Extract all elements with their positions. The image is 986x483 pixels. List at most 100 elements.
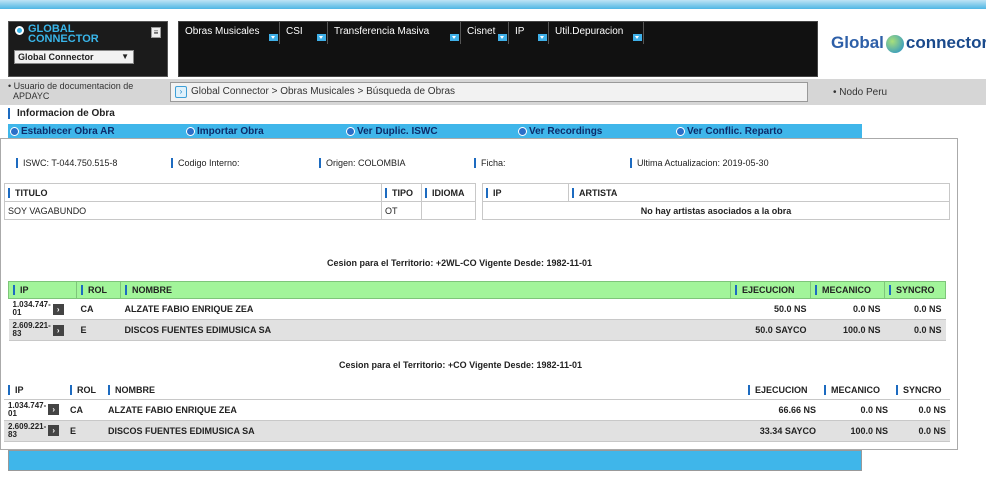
work-title: SOY VAGABUNDO bbox=[3, 201, 383, 220]
rol-cell: CA bbox=[76, 298, 121, 320]
tab-label: Ver Conflic. Reparto bbox=[687, 125, 783, 137]
artist-table: IP ARTISTA No hay artistas asociados a l… bbox=[482, 183, 950, 220]
table-row: 2.609.221- 83 › E DISCOS FUENTES EDIMUSICA… bbox=[4, 420, 950, 442]
syncro-cell: 0.0 NS bbox=[884, 298, 946, 320]
circle-icon bbox=[10, 126, 19, 136]
col-header: TIPO bbox=[381, 183, 423, 202]
dropdown-arrow-icon bbox=[317, 34, 326, 41]
nombre-cell: DISCOS FUENTES EDIMUSICA SA bbox=[104, 420, 744, 442]
menu-label: Transferencia Masiva bbox=[334, 26, 430, 37]
dropdown-arrow-icon bbox=[538, 34, 547, 41]
table-row: 1.034.747- 01 › CA ALZATE FABIO ENRIQUE ZE… bbox=[8, 298, 946, 320]
cesion-heading: Cesion para el Territorio: +2WL-CO Vigen… bbox=[327, 258, 593, 268]
logo-line2: CONNECTOR bbox=[28, 33, 99, 45]
brand-logo: Global connector bbox=[829, 23, 986, 73]
dropdown-arrow-icon bbox=[450, 34, 459, 41]
tab-ver-recordings[interactable]: Ver Recordings bbox=[516, 124, 674, 138]
work-language bbox=[421, 201, 476, 220]
menu-label: Cisnet bbox=[467, 26, 496, 37]
mecanico-cell: 100.0 NS bbox=[810, 319, 885, 341]
connector-select[interactable]: Global Connector ▼ bbox=[14, 50, 134, 64]
meta-ultima: Ultima Actualizacion: 2019-05-30 bbox=[630, 158, 769, 168]
ip-cell: 1.034.747- 01 › bbox=[4, 399, 66, 421]
breadcrumb-text[interactable]: Global Connector > Obras Musicales > Bús… bbox=[191, 86, 455, 97]
ip-cell: 2.609.221- 83 › bbox=[8, 319, 77, 341]
expand-arrow-icon[interactable]: › bbox=[52, 324, 64, 336]
work-meta: ISWC: T-044.750.515-8 Codigo Interno: Or… bbox=[16, 158, 916, 170]
action-tabbar: Establecer Obra AR Importar Obra Ver Dup… bbox=[8, 124, 862, 138]
breadcrumb: › Global Connector > Obras Musicales > B… bbox=[170, 82, 808, 102]
rol-cell: E bbox=[66, 420, 104, 442]
empty-message: No hay artistas asociados a la obra bbox=[482, 201, 950, 220]
meta-codigo: Codigo Interno: bbox=[171, 158, 240, 168]
syncro-cell: 0.0 NS bbox=[892, 399, 950, 421]
meta-origen: Origen: COLOMBIA bbox=[319, 158, 406, 168]
menu-ip[interactable]: IP bbox=[509, 22, 549, 44]
brand-text: Global connector bbox=[831, 33, 986, 53]
menu-obras-musicales[interactable]: Obras Musicales bbox=[179, 22, 280, 44]
expand-arrow-icon[interactable]: › bbox=[52, 303, 64, 315]
nombre-cell: ALZATE FABIO ENRIQUE ZEA bbox=[120, 298, 731, 320]
col-header: ROL bbox=[66, 381, 104, 400]
menu-csi[interactable]: CSI bbox=[280, 22, 328, 44]
expand-arrow-icon[interactable]: › bbox=[48, 425, 60, 436]
col-header: NOMBRE bbox=[104, 381, 744, 400]
work-type: OT bbox=[381, 201, 423, 220]
radio-dot-icon bbox=[15, 26, 24, 35]
col-header: IP bbox=[8, 281, 77, 299]
col-header: MECANICO bbox=[810, 281, 885, 299]
col-header: ARTISTA bbox=[568, 183, 950, 202]
tab-label: Ver Recordings bbox=[529, 125, 603, 137]
nombre-cell: ALZATE FABIO ENRIQUE ZEA bbox=[104, 399, 744, 421]
col-header: SYNCRO bbox=[892, 381, 950, 400]
chevron-down-icon: ▼ bbox=[121, 52, 129, 61]
menu-label: Obras Musicales bbox=[185, 26, 260, 37]
brand-left: Global bbox=[831, 33, 884, 52]
tab-label: Establecer Obra AR bbox=[21, 125, 115, 137]
meta-ficha: Ficha: bbox=[474, 158, 506, 168]
col-header: IP bbox=[4, 381, 66, 400]
bottom-bar bbox=[8, 450, 862, 471]
book-icon[interactable]: ≡ bbox=[151, 27, 161, 38]
menu-util-depuracion[interactable]: Util.Depuracion bbox=[549, 22, 644, 44]
col-header: EJECUCION bbox=[744, 381, 820, 400]
col-header: IDIOMA bbox=[421, 183, 476, 202]
tab-ver-conflic-reparto[interactable]: Ver Conflic. Reparto bbox=[674, 124, 862, 138]
dropdown-arrow-icon bbox=[633, 34, 642, 41]
connector-select-value: Global Connector bbox=[18, 52, 94, 62]
cesion-heading: Cesion para el Territorio: +CO Vigente D… bbox=[339, 360, 583, 370]
cesion-table: IP ROL NOMBRE EJECUCION MECANICO SYNCRO … bbox=[8, 281, 946, 341]
menu-cisnet[interactable]: Cisnet bbox=[461, 22, 509, 44]
tab-establecer-obra-ar[interactable]: Establecer Obra AR bbox=[8, 124, 184, 138]
ejecucion-cell: 50.0 SAYCO bbox=[730, 319, 811, 341]
logo-box: GLOBAL CONNECTOR ≡ Global Connector ▼ bbox=[8, 21, 168, 77]
app-logo: GLOBAL CONNECTOR bbox=[15, 24, 99, 45]
main-menubar: Obras Musicales CSI Transferencia Masiva… bbox=[178, 21, 818, 77]
menu-label: CSI bbox=[286, 26, 303, 37]
menu-transferencia-masiva[interactable]: Transferencia Masiva bbox=[328, 22, 461, 44]
tab-label: Importar Obra bbox=[197, 125, 264, 137]
table-row: 1.034.747- 01 › CA ALZATE FABIO ENRIQUE ZE… bbox=[4, 399, 950, 421]
expand-arrow-icon[interactable]: › bbox=[48, 404, 60, 415]
dropdown-arrow-icon bbox=[498, 34, 507, 41]
user-line1: Usuario de documentacion de bbox=[13, 81, 134, 91]
user-line2: APDAYC bbox=[13, 91, 50, 101]
circle-icon bbox=[676, 126, 685, 136]
table-row: 2.609.221- 83 › E DISCOS FUENTES EDIMUSICA… bbox=[8, 319, 946, 341]
dropdown-arrow-icon bbox=[269, 34, 278, 41]
col-header: TITULO bbox=[3, 183, 383, 202]
col-header: EJECUCION bbox=[730, 281, 811, 299]
header: GLOBAL CONNECTOR ≡ Global Connector ▼ Ob… bbox=[0, 9, 986, 79]
col-header: SYNCRO bbox=[884, 281, 946, 299]
syncro-cell: 0.0 NS bbox=[884, 319, 946, 341]
globe-icon bbox=[885, 34, 904, 53]
node-text: Nodo Peru bbox=[839, 87, 888, 98]
mecanico-cell: 0.0 NS bbox=[820, 399, 892, 421]
tab-ver-duplic-iswc[interactable]: Ver Duplic. ISWC bbox=[344, 124, 516, 138]
menu-label: IP bbox=[515, 26, 525, 37]
mecanico-cell: 100.0 NS bbox=[820, 420, 892, 442]
syncro-cell: 0.0 NS bbox=[892, 420, 950, 442]
ejecucion-cell: 33.34 SAYCO bbox=[744, 420, 820, 442]
col-header: MECANICO bbox=[820, 381, 892, 400]
tab-importar-obra[interactable]: Importar Obra bbox=[184, 124, 344, 138]
